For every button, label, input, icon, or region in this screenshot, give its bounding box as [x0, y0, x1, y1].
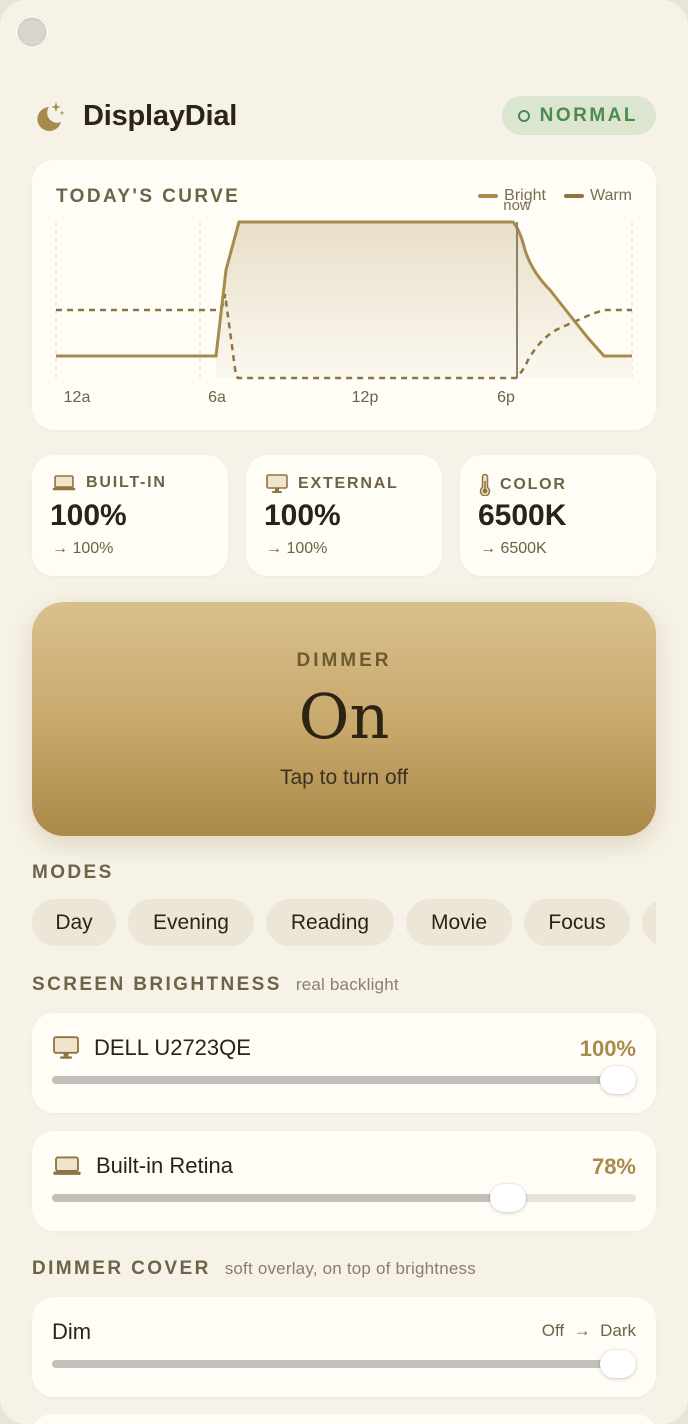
brightness-slider-external[interactable]: [52, 1066, 636, 1094]
stat-target: → 6500K: [480, 540, 547, 557]
legend-label-bright: Bright: [504, 187, 546, 204]
display-name: Built-in Retina: [96, 1153, 233, 1178]
brightness-slider-built-in[interactable]: [52, 1184, 636, 1212]
cover-range-from: Off: [541, 1321, 565, 1340]
stat-target: → 100%: [266, 540, 328, 557]
modes-label: MODES: [32, 862, 114, 883]
dimmer-toggle-button[interactable]: DIMMER On Tap to turn off: [32, 602, 656, 836]
stat-label: EXTERNAL: [298, 475, 399, 492]
stat-card-built-in: BUILT-IN 100% → 100%: [32, 455, 228, 576]
stat-card-external: EXTERNAL 100% → 100%: [246, 455, 442, 576]
mode-chip-movie[interactable]: Movie: [406, 899, 512, 946]
cover-slider-name: Dim: [52, 1319, 92, 1344]
curve-title: TODAY'S CURVE: [56, 186, 241, 207]
x-tick-12a: 12a: [64, 389, 91, 406]
dimmer-cover-header: DIMMER COVER soft overlay, on top of bri…: [32, 1258, 476, 1280]
next-card-peek: [32, 1414, 656, 1424]
brightness-area: [216, 222, 632, 378]
screen-brightness-header: SCREEN BRIGHTNESS real backlight: [32, 974, 399, 996]
modes-row: Day Evening Reading Movie Focus: [32, 899, 656, 947]
monitor-icon: [53, 1036, 79, 1059]
dimmer-cover-slider[interactable]: [52, 1350, 636, 1378]
stat-target: → 100%: [52, 540, 114, 557]
status-text: NORMAL: [539, 104, 638, 126]
dimmer-state: On: [298, 680, 390, 753]
dimmer-label: DIMMER: [296, 650, 392, 671]
laptop-icon: [53, 1156, 81, 1175]
stat-value: 100%: [50, 499, 127, 532]
x-axis-ticks: 12a 6a 12p 6p: [64, 389, 515, 406]
display-brightness-value: 100%: [579, 1036, 636, 1061]
mode-chip-more[interactable]: [642, 899, 656, 946]
window-close-button[interactable]: [18, 18, 46, 46]
app-title: DisplayDial: [83, 100, 238, 132]
thermometer-icon: [479, 474, 491, 496]
dimmer-cover-card: Dim Off → Dark: [32, 1297, 656, 1397]
dimmer-hint: Tap to turn off: [279, 766, 409, 789]
moon-stars-icon: [37, 102, 65, 131]
stat-head: COLOR: [478, 474, 567, 496]
monitor-icon: [266, 474, 288, 493]
mode-chip-evening[interactable]: Evening: [128, 899, 254, 946]
curve-legend: Bright Warm: [460, 187, 632, 205]
display-head: Built-in Retina: [52, 1153, 233, 1179]
display-brightness-value: 78%: [591, 1154, 636, 1179]
mode-chip-day[interactable]: Day: [32, 899, 116, 946]
cover-range-to: Dark: [600, 1321, 636, 1340]
status-dot-icon: [517, 109, 530, 122]
screen-brightness-label: SCREEN BRIGHTNESS: [32, 974, 282, 995]
slider-fill: [52, 1194, 508, 1202]
todays-curve-card: now 12a 6a 12p 6p TODAY'S CURVE Bright W…: [32, 160, 656, 430]
app-window: DisplayDial NORMAL now 12a 6a 12p 6p TOD…: [0, 0, 688, 1424]
cover-head: Dim: [52, 1319, 91, 1345]
dimmer-cover-note: soft overlay, on top of brightness: [224, 1259, 476, 1278]
mode-chip-reading[interactable]: Reading: [266, 899, 394, 946]
dimmer-cover-label: DIMMER COVER: [32, 1258, 211, 1279]
display-head: DELL U2723QE: [52, 1035, 251, 1061]
laptop-icon: [52, 475, 76, 491]
stat-value: 100%: [264, 499, 341, 532]
x-tick-12p: 12p: [352, 389, 379, 406]
cover-range-note: Off → Dark: [542, 1321, 636, 1341]
stat-card-color: COLOR 6500K → 6500K: [460, 455, 656, 576]
stat-head: EXTERNAL: [266, 474, 399, 494]
legend-label-warm: Warm: [589, 187, 632, 204]
x-tick-6a: 6a: [208, 389, 226, 406]
slider-fill: [52, 1360, 636, 1368]
slider-fill: [52, 1076, 636, 1084]
mode-chip-focus[interactable]: Focus: [524, 899, 630, 946]
stat-value: 6500K: [478, 499, 567, 532]
legend-swatch-bright: [478, 194, 499, 198]
stat-label: COLOR: [500, 476, 567, 493]
stat-head: BUILT-IN: [52, 474, 167, 492]
brightness-card-external: DELL U2723QE 100%: [32, 1013, 656, 1113]
slider-thumb[interactable]: [489, 1184, 526, 1212]
stat-label: BUILT-IN: [86, 474, 167, 491]
brightness-card-built-in: Built-in Retina 78%: [32, 1131, 656, 1231]
slider-thumb[interactable]: [600, 1066, 636, 1094]
status-badge: NORMAL: [501, 96, 656, 135]
legend-item-bright: Bright: [478, 187, 546, 205]
display-name: DELL U2723QE: [94, 1035, 251, 1060]
legend-swatch-warm: [563, 194, 584, 198]
screen-brightness-note: real backlight: [295, 975, 399, 994]
slider-thumb[interactable]: [600, 1350, 636, 1378]
arrow-right-icon: →: [568, 1321, 596, 1340]
x-tick-6p: 6p: [497, 389, 515, 406]
legend-item-warm: Warm: [563, 187, 632, 205]
app-header: DisplayDial NORMAL: [32, 96, 656, 136]
